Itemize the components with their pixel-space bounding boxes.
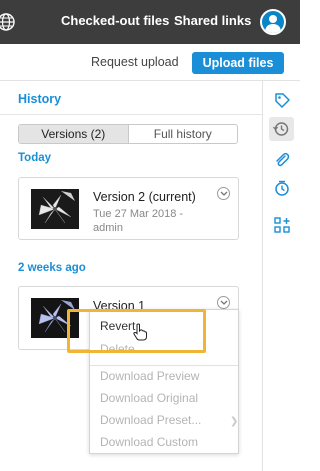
checked-out-files-link[interactable]: Checked-out files bbox=[61, 13, 169, 28]
version-name: Version 2 (current) bbox=[93, 190, 196, 204]
group-label-2-weeks-ago: 2 weeks ago bbox=[18, 262, 86, 274]
right-rail bbox=[262, 81, 300, 471]
hand-cursor-icon bbox=[133, 323, 147, 341]
tab-versions[interactable]: Versions (2) bbox=[19, 125, 129, 143]
chevron-right-icon: ❯ bbox=[230, 416, 239, 427]
menu-item-download-preview: Download Preview bbox=[100, 369, 200, 383]
shared-links-link[interactable]: Shared links bbox=[174, 13, 251, 28]
add-grid-icon[interactable] bbox=[273, 216, 291, 234]
version-card-2[interactable]: Version 2 (current) Tue 27 Mar 2018 - ad… bbox=[18, 177, 239, 240]
user-icon bbox=[265, 15, 281, 33]
avatar[interactable] bbox=[260, 9, 286, 35]
action-bar: Request upload Upload files bbox=[0, 44, 300, 81]
clock-icon[interactable] bbox=[273, 179, 291, 197]
version-meta: Tue 27 Mar 2018 - admin bbox=[93, 208, 184, 234]
chevron-down-icon[interactable] bbox=[217, 296, 230, 309]
attachment-icon[interactable] bbox=[273, 151, 291, 169]
menu-item-download-preset: Download Preset... bbox=[100, 413, 202, 427]
group-label-today: Today bbox=[18, 152, 52, 164]
menu-item-download-original: Download Original bbox=[100, 391, 199, 405]
chevron-down-icon[interactable] bbox=[217, 187, 230, 200]
upload-files-button[interactable]: Upload files bbox=[192, 52, 284, 74]
top-bar: Checked-out files Shared links bbox=[0, 0, 300, 44]
divider bbox=[0, 114, 262, 115]
history-icon[interactable] bbox=[269, 117, 294, 141]
request-upload-button[interactable]: Request upload bbox=[91, 55, 179, 69]
history-view-toggle: Versions (2) Full history bbox=[18, 124, 238, 144]
menu-item-download-custom: Download Custom bbox=[100, 435, 199, 449]
menu-divider bbox=[90, 365, 238, 366]
tab-full-history[interactable]: Full history bbox=[129, 125, 238, 143]
panel-title: History bbox=[18, 92, 62, 106]
globe-icon[interactable] bbox=[0, 11, 18, 33]
tag-icon[interactable] bbox=[273, 91, 291, 109]
version-thumbnail bbox=[31, 189, 79, 229]
